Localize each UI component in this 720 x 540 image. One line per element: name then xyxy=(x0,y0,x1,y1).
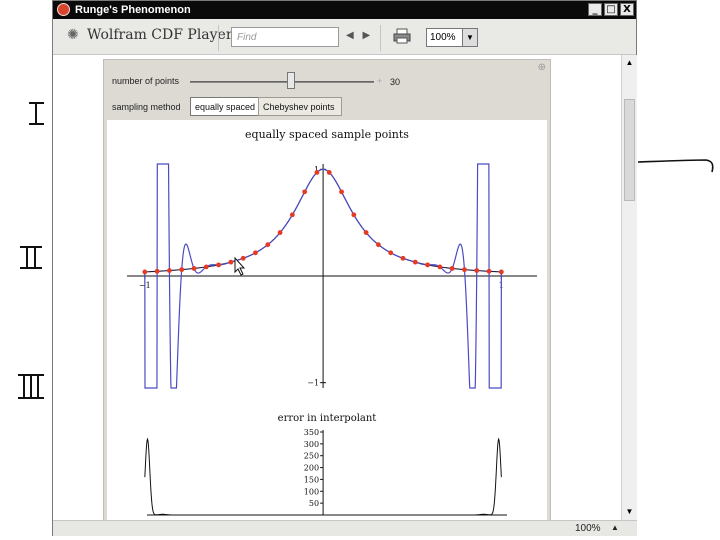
plot1-sample-point xyxy=(302,189,308,195)
print-icon[interactable] xyxy=(393,28,411,44)
annotation-3-stroke xyxy=(18,374,44,399)
annotation-2-stroke xyxy=(20,246,42,269)
plot1-sample-point xyxy=(425,262,430,268)
plot1-sample-point xyxy=(314,170,320,175)
plot1-sample-point xyxy=(351,212,357,218)
plot2-y-tick-label: 50 xyxy=(309,499,319,508)
plot1-sample-point xyxy=(289,212,295,218)
annotation-roman-3 xyxy=(16,372,48,406)
chebyshev-points-button[interactable]: Chebyshev points xyxy=(258,97,342,116)
plot1-y-tick-label: −1 xyxy=(307,379,319,388)
find-nav-buttons[interactable]: ◀ ▶ xyxy=(346,30,373,41)
plot1-sample-point xyxy=(486,268,492,274)
annotation-arrow-stroke xyxy=(637,159,714,173)
plot-area: equally spaced sample points −1 1 1 −1 error … xyxy=(107,120,547,520)
points-value: 30 xyxy=(390,77,401,87)
toolbar-divider xyxy=(218,25,219,51)
points-slider-track[interactable] xyxy=(190,81,374,83)
chevron-up-icon[interactable]: ▲ xyxy=(611,523,619,532)
plot2-y-tick-label: 250 xyxy=(304,452,319,461)
plot1-sample-point xyxy=(376,242,381,248)
plot1-sample-point xyxy=(216,262,221,268)
sampling-method-label: sampling method xyxy=(112,102,181,112)
plot1-sample-point xyxy=(253,250,258,256)
scroll-thumb[interactable] xyxy=(624,99,635,201)
plot1-sample-point xyxy=(412,259,418,265)
annotation-roman-1 xyxy=(26,100,48,132)
screen: Runge's Phenomenon _ □ X ✺ Wolfram CDF Pl… xyxy=(0,0,720,540)
wolfram-spikey-icon: ✺ xyxy=(67,27,79,43)
plot1-sample-point xyxy=(474,268,480,273)
plot1-sample-point xyxy=(203,264,209,270)
chevron-down-icon[interactable]: ▼ xyxy=(462,29,477,46)
document-area: ⊕ number of points + 30 sampling method … xyxy=(53,55,621,520)
zoom-value: 100% xyxy=(430,32,456,43)
close-button[interactable]: X xyxy=(620,3,634,16)
plot1-sample-point xyxy=(449,266,455,271)
panel-options-icon[interactable]: ⊕ xyxy=(538,62,546,73)
plot1-sample-point xyxy=(400,255,406,261)
plot2-y-tick-label: 350 xyxy=(304,428,319,437)
plot1-sample-point xyxy=(462,267,467,273)
manipulate-panel: ⊕ number of points + 30 sampling method … xyxy=(103,59,551,520)
scroll-down-arrow[interactable]: ▼ xyxy=(623,505,636,518)
plot2-y-tick-label: 200 xyxy=(304,464,319,473)
plot1-sample-point xyxy=(142,269,148,275)
plot2-y-tick-label: 300 xyxy=(304,440,319,449)
title-bar[interactable]: Runge's Phenomenon _ □ X xyxy=(53,1,636,19)
toolbar-divider xyxy=(380,25,381,51)
app-icon xyxy=(57,3,70,16)
annotation-roman-2 xyxy=(18,244,46,276)
plot1-title: equally spaced sample points xyxy=(245,128,409,141)
plot1-sample-point xyxy=(240,255,246,261)
points-slider-thumb[interactable] xyxy=(287,72,296,89)
scroll-up-arrow[interactable]: ▲ xyxy=(623,56,636,69)
points-label: number of points xyxy=(112,76,180,86)
plot1-sample-point xyxy=(265,242,271,248)
slider-expand-icon[interactable]: + xyxy=(377,76,382,86)
plot1-sample-point xyxy=(228,259,234,265)
plot1-sample-point xyxy=(326,170,332,175)
plot1-sample-point xyxy=(277,230,283,235)
app-name: Wolfram CDF Player xyxy=(87,27,233,43)
wolfram-logo: ✺ Wolfram CDF Player xyxy=(67,27,233,43)
plot1-sample-point xyxy=(437,264,443,270)
status-bar: 100% ▲ xyxy=(53,520,637,536)
plot2-title: error in interpolant xyxy=(278,413,377,424)
status-zoom[interactable]: 100% xyxy=(575,523,601,534)
minimize-button[interactable]: _ xyxy=(588,3,602,16)
plot2-y-tick-label: 100 xyxy=(304,487,319,496)
plot1-sample-point xyxy=(167,268,172,273)
cdf-player-window: Runge's Phenomenon _ □ X ✺ Wolfram CDF Pl… xyxy=(52,0,637,536)
annotation-arrow xyxy=(636,150,720,184)
plot1-sample-point xyxy=(191,266,197,271)
plot1-sample-point xyxy=(339,189,344,195)
plot2-y-tick-label: 150 xyxy=(304,475,319,484)
plot1-sample-point xyxy=(388,250,394,256)
plots-svg: equally spaced sample points−1 11−1error … xyxy=(127,128,537,516)
vertical-scrollbar[interactable]: ▲ ▼ xyxy=(621,55,637,520)
toolbar: ✺ Wolfram CDF Player Find ◀ ▶ 100% ▼ xyxy=(53,19,636,55)
plot1-sample-point xyxy=(179,267,185,273)
equally-spaced-button[interactable]: equally spaced xyxy=(190,97,261,116)
annotation-1-stroke xyxy=(29,102,44,125)
maximize-button[interactable]: □ xyxy=(604,3,618,16)
find-input[interactable]: Find xyxy=(231,27,339,47)
plot1-sample-point xyxy=(154,268,160,274)
zoom-select[interactable]: 100% ▼ xyxy=(426,28,478,47)
plot1-sample-point xyxy=(498,269,504,275)
plot1-sample-point xyxy=(363,230,369,235)
window-title: Runge's Phenomenon xyxy=(75,4,191,16)
